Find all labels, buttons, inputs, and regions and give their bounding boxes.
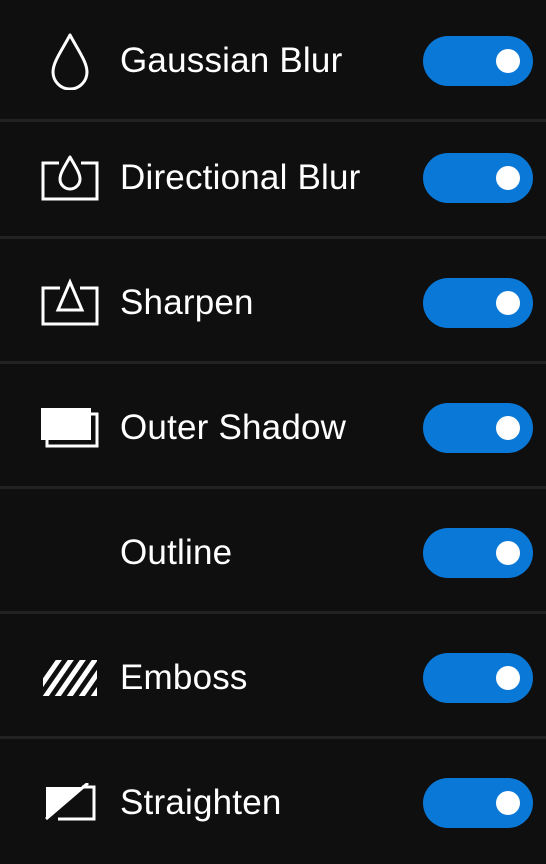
row-divider: [0, 736, 546, 739]
toggle-knob: [496, 166, 520, 190]
toggle-knob: [496, 291, 520, 315]
toggle-knob: [496, 666, 520, 690]
stacked-rectangles-icon: [38, 398, 102, 458]
effect-label: Emboss: [120, 658, 248, 697]
effects-list: Gaussian Blur Directional Blur Sharpen O…: [0, 0, 546, 860]
row-divider: [0, 361, 546, 364]
effect-row-gaussian-blur: Gaussian Blur: [0, 0, 546, 122]
toggle-knob: [496, 791, 520, 815]
drop-in-frame-icon: [38, 148, 102, 208]
toggle-knob: [496, 416, 520, 440]
sharpen-toggle[interactable]: [423, 278, 533, 328]
row-divider: [0, 236, 546, 239]
emboss-toggle[interactable]: [423, 653, 533, 703]
diagonal-stripes-icon: [38, 648, 102, 708]
row-divider: [0, 611, 546, 614]
effect-label: Outline: [120, 533, 233, 572]
triangle-in-frame-icon: [38, 273, 102, 333]
directional-blur-toggle[interactable]: [423, 153, 533, 203]
effect-row-directional-blur: Directional Blur: [0, 117, 546, 239]
effect-row-outline: Outline: [0, 492, 546, 614]
toggle-knob: [496, 541, 520, 565]
effect-row-emboss: Emboss: [0, 617, 546, 739]
effect-row-outer-shadow: Outer Shadow: [0, 367, 546, 489]
outer-shadow-toggle[interactable]: [423, 403, 533, 453]
straighten-toggle[interactable]: [423, 778, 533, 828]
effect-label: Straighten: [120, 783, 282, 822]
effect-row-sharpen: Sharpen: [0, 242, 546, 364]
effect-label: Outer Shadow: [120, 408, 347, 447]
outline-toggle[interactable]: [423, 528, 533, 578]
gaussian-blur-toggle[interactable]: [423, 36, 533, 86]
effect-label: Gaussian Blur: [120, 41, 343, 80]
row-divider: [0, 486, 546, 489]
effect-row-straighten: Straighten: [0, 742, 546, 864]
effect-label: Directional Blur: [120, 158, 361, 197]
slashed-frame-icon: [38, 773, 102, 833]
toggle-knob: [496, 49, 520, 73]
drop-icon: [38, 31, 102, 91]
effect-label: Sharpen: [120, 283, 254, 322]
